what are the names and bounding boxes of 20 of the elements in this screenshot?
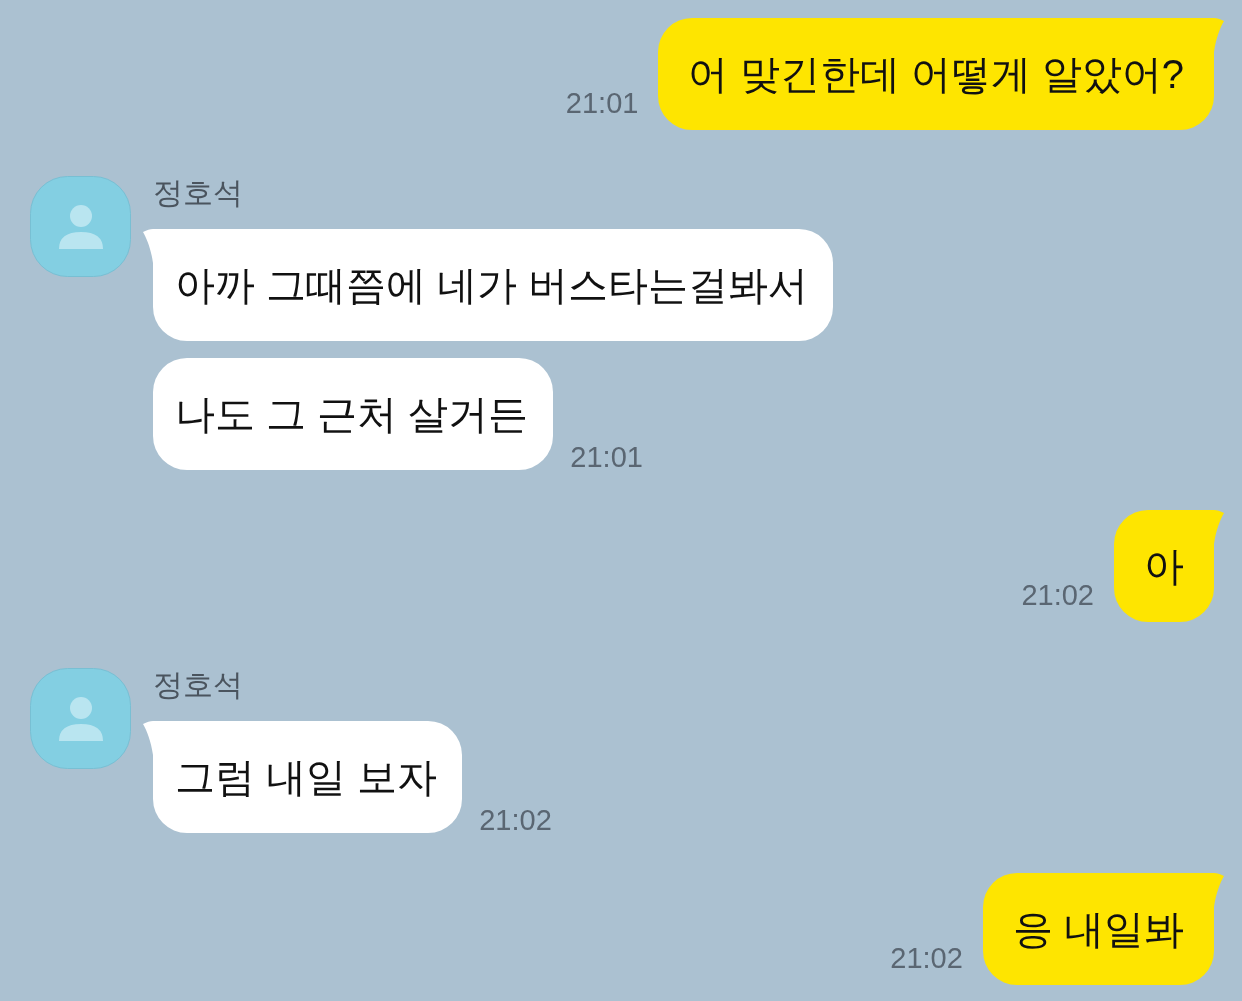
avatar-icon[interactable] bbox=[30, 668, 131, 769]
message-bubble: 그럼 내일 보자 bbox=[153, 721, 463, 833]
message-bubble: 나도 그 근처 살거든 bbox=[153, 358, 554, 470]
bubble-tail-icon bbox=[143, 229, 153, 263]
message-time: 21:01 bbox=[565, 89, 639, 118]
message-bubble: 응 내일봐 bbox=[982, 873, 1214, 985]
message-bubble: 아까 그때쯤에 네가 버스타는걸봐서 bbox=[153, 229, 834, 341]
bubble-tail-icon bbox=[1214, 510, 1224, 544]
message-time: 21:02 bbox=[890, 944, 963, 973]
sender-name: 정호석 bbox=[152, 176, 243, 210]
message-bubble: 어 맞긴한데 어떻게 알았어? bbox=[658, 18, 1214, 130]
sender-name: 정호석 bbox=[152, 668, 243, 702]
bubble-tail-icon bbox=[143, 721, 153, 755]
bubble-tail-icon bbox=[1214, 18, 1224, 52]
bubble-tail-icon bbox=[1214, 873, 1224, 907]
message-bubble: 아 bbox=[1114, 510, 1214, 622]
message-time: 21:02 bbox=[479, 806, 552, 835]
avatar-icon[interactable] bbox=[30, 176, 131, 277]
message-time: 21:01 bbox=[570, 443, 643, 472]
message-time: 21:02 bbox=[1021, 581, 1094, 610]
